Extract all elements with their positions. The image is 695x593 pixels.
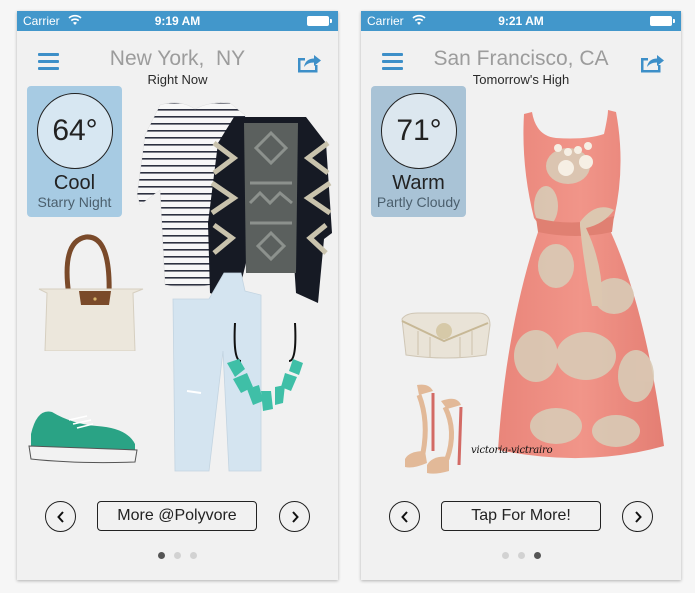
phone-screen-san-francisco: Carrier 9:21 AM San Francisco, CA Tomorr… (361, 11, 681, 580)
weather-condition: Starry Night (37, 194, 112, 210)
share-icon (641, 55, 664, 73)
tap-for-more-button[interactable]: Tap For More! (441, 501, 601, 531)
page-dot-3[interactable] (190, 552, 197, 559)
next-outfit-button[interactable] (279, 501, 310, 532)
page-dot-2[interactable] (174, 552, 181, 559)
share-button[interactable] (639, 50, 665, 74)
page-dot-1[interactable] (501, 552, 509, 559)
turquoise-necklace-image[interactable] (225, 321, 305, 411)
share-icon (298, 55, 321, 73)
floral-coral-dress-image[interactable] (496, 106, 666, 466)
battery-icon (307, 16, 332, 26)
more-polyvore-button[interactable]: More @Polyvore (97, 501, 257, 531)
clock: 9:19 AM (154, 14, 201, 28)
chevron-right-icon (634, 510, 642, 523)
page-dot-3[interactable] (533, 552, 541, 559)
timeframe-label: Tomorrow's High (472, 72, 570, 87)
weather-card[interactable]: 64° Cool Starry Night (27, 86, 122, 217)
weather-condition: Partly Cloudy (376, 194, 461, 210)
chevron-right-icon (291, 510, 299, 523)
weather-feel: Cool (53, 172, 96, 194)
weather-feel: Warm (392, 172, 445, 194)
page-dot-2[interactable] (517, 552, 525, 559)
page-indicator[interactable] (361, 552, 681, 559)
clock: 9:21 AM (498, 14, 544, 28)
green-sneakers-image[interactable] (27, 404, 142, 464)
weather-card[interactable]: 71° Warm Partly Cloudy (371, 86, 466, 217)
battery-icon (650, 16, 675, 26)
nude-sandals-image[interactable] (399, 381, 479, 476)
chevron-left-icon (400, 510, 408, 523)
next-outfit-button[interactable] (622, 501, 653, 532)
tote-bag-image[interactable] (31, 231, 151, 351)
status-bar: Carrier 9:19 AM (17, 11, 338, 31)
chevron-left-icon (56, 510, 64, 523)
status-bar: Carrier 9:21 AM (361, 11, 681, 31)
page-indicator[interactable] (17, 552, 338, 559)
phone-screen-new-york: Carrier 9:19 AM New York, NY Right Now 6… (17, 11, 338, 580)
location-title: San Francisco, CA (433, 47, 609, 70)
page-dot-1[interactable] (158, 552, 165, 559)
timeframe-label: Right Now (147, 72, 208, 87)
watermark-text: victoria-victrairo (471, 445, 553, 456)
share-button[interactable] (296, 50, 322, 74)
temperature-display: 71° (381, 93, 457, 169)
previous-outfit-button[interactable] (389, 501, 420, 532)
temperature-display: 64° (37, 93, 113, 169)
beaded-clutch-image[interactable] (398, 311, 493, 361)
previous-outfit-button[interactable] (45, 501, 76, 532)
location-title: New York, NY (109, 47, 246, 70)
